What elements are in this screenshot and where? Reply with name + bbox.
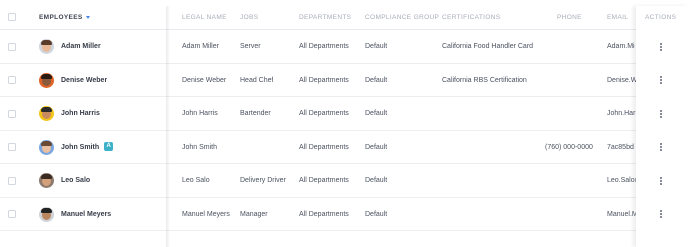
- kebab-menu-icon[interactable]: [660, 176, 662, 185]
- avatar[interactable]: [39, 72, 54, 88]
- row-select-checkbox[interactable]: [8, 42, 16, 51]
- employee-name-label: John Smith: [61, 143, 100, 151]
- table-row[interactable]: Denise Weber Denise Weber Head Chef All Dep…: [0, 63, 689, 98]
- job-cell: Delivery Driver: [240, 177, 286, 184]
- employee-name-label: Adam Miller: [61, 43, 101, 50]
- job-cell: Bartender: [240, 110, 271, 117]
- row-select-checkbox[interactable]: [8, 76, 16, 85]
- department-cell: All Departments: [299, 177, 349, 184]
- employee-name[interactable]: Leo Salo: [61, 164, 90, 198]
- table-row[interactable]: John Smith A John Smith All Departments Defa…: [0, 130, 689, 165]
- employee-name-label: John Harris: [61, 110, 100, 117]
- row-select-checkbox[interactable]: [8, 109, 16, 118]
- avatar[interactable]: [39, 206, 54, 222]
- column-header-departments[interactable]: Departments: [299, 6, 351, 30]
- legal-name-cell: John Harris: [182, 110, 218, 117]
- compliance-group-cell: Default: [365, 210, 388, 218]
- sort-down-icon[interactable]: [85, 15, 90, 19]
- department-cell: All Departments: [299, 76, 349, 84]
- legal-name-cell: Denise Weber: [182, 76, 227, 84]
- column-header-actions: Actions: [645, 14, 677, 21]
- employee-name[interactable]: John Smith A: [61, 131, 114, 165]
- column-header-compliance-group[interactable]: Compliance Group: [365, 6, 439, 30]
- avatar[interactable]: [39, 39, 54, 55]
- column-header-phone[interactable]: Phone: [557, 6, 582, 30]
- kebab-menu-icon[interactable]: [660, 42, 662, 51]
- kebab-menu-icon[interactable]: [660, 76, 662, 85]
- column-header-jobs[interactable]: Jobs: [240, 6, 258, 30]
- column-header-employees[interactable]: Employees: [39, 6, 90, 30]
- column-header-employees-label: Employees: [39, 14, 83, 21]
- employee-name[interactable]: Adam Miller: [61, 30, 101, 64]
- actions-column: Actions: [636, 6, 689, 247]
- email-cell: Adam.Mi: [607, 43, 635, 50]
- select-all-checkbox[interactable]: [8, 13, 16, 21]
- column-header-email[interactable]: Email: [607, 6, 628, 30]
- table-row[interactable]: Adam Miller Adam Miller Server All Departme…: [0, 30, 689, 64]
- avatar-hair: [41, 174, 52, 180]
- compliance-group-cell: Default: [365, 43, 388, 50]
- department-cell: All Departments: [299, 110, 349, 117]
- department-cell: All Departments: [299, 43, 349, 50]
- compliance-group-cell: Default: [365, 177, 388, 184]
- legal-name-cell: Manuel Meyers: [182, 210, 230, 218]
- avatar-hair: [41, 207, 52, 213]
- certification-cell: California RBS Certification: [442, 76, 527, 84]
- frozen-column-divider: [166, 6, 170, 247]
- employee-name-label: Leo Salo: [61, 177, 91, 184]
- row-select-checkbox[interactable]: [8, 143, 16, 152]
- email-cell: John.Har: [607, 110, 636, 117]
- job-cell: Server: [240, 43, 261, 50]
- department-cell: All Departments: [299, 143, 349, 151]
- employee-name[interactable]: John Harris: [61, 97, 100, 131]
- row-select-checkbox[interactable]: [8, 176, 16, 185]
- avatar[interactable]: [39, 173, 54, 189]
- employee-grid: Employees Legal Name Jobs Departments Co…: [0, 0, 689, 247]
- email-cell: 7ac85bd: [607, 143, 634, 151]
- avatar[interactable]: [39, 106, 54, 122]
- legal-name-cell: Leo Salo: [182, 177, 210, 184]
- avatar-hair: [41, 73, 52, 79]
- compliance-group-cell: Default: [365, 143, 388, 151]
- email-cell: Denise.W: [607, 76, 637, 84]
- avatar-hair: [41, 140, 52, 146]
- employee-name-label: Denise Weber: [61, 76, 108, 84]
- avatar[interactable]: [39, 139, 54, 155]
- column-header-certifications[interactable]: Certifications: [442, 6, 500, 30]
- email-cell: Leo.Salo@: [607, 177, 637, 184]
- compliance-group-cell: Default: [365, 110, 388, 117]
- employee-name-label: Manuel Meyers: [61, 210, 112, 218]
- department-cell: All Departments: [299, 210, 349, 218]
- legal-name-cell: Adam Miller: [182, 43, 219, 50]
- job-cell: Manager: [240, 210, 268, 218]
- legal-name-cell: John Smith: [182, 143, 218, 151]
- avatar-hair: [41, 40, 52, 46]
- table-row[interactable]: Leo Salo Leo Salo Delivery Driver All Depar…: [0, 164, 689, 198]
- row-select-checkbox[interactable]: [8, 210, 16, 219]
- admin-badge: A: [104, 142, 114, 152]
- phone-cell: (760) 000-0000: [545, 143, 593, 151]
- certification-cell: California Food Handler Card: [442, 43, 534, 50]
- kebab-menu-icon[interactable]: [660, 143, 662, 152]
- table-row[interactable]: Manuel Meyers Manuel Meyers Manager All Dep…: [0, 197, 689, 232]
- table-header: Employees Legal Name Jobs Departments Co…: [0, 6, 689, 30]
- avatar-hair: [41, 107, 52, 113]
- compliance-group-cell: Default: [365, 76, 388, 84]
- job-cell: Head Chef: [240, 76, 274, 84]
- email-cell: Manuel.M: [607, 210, 637, 218]
- table-row[interactable]: John Harris John Harris Bartender All Depar…: [0, 97, 689, 131]
- kebab-menu-icon[interactable]: [660, 210, 662, 219]
- kebab-menu-icon[interactable]: [660, 109, 662, 118]
- employee-name[interactable]: Manuel Meyers: [61, 198, 111, 232]
- employee-name[interactable]: Denise Weber: [61, 64, 107, 98]
- column-header-legal-name[interactable]: Legal Name: [182, 6, 227, 30]
